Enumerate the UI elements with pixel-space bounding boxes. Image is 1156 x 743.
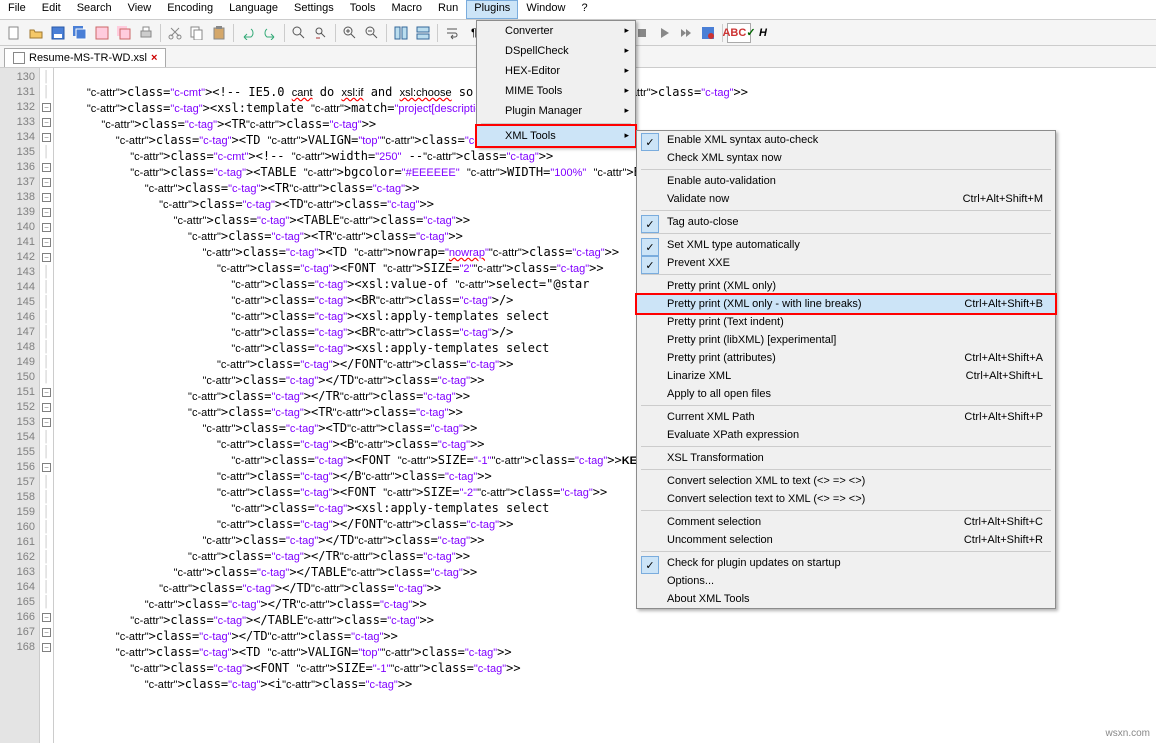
cut-icon[interactable] <box>165 23 185 43</box>
hex-icon[interactable]: H <box>753 23 773 43</box>
xmltools-menu-item[interactable]: Validate nowCtrl+Alt+Shift+M <box>637 190 1055 208</box>
xmltools-menu-item[interactable]: Pretty print (XML only - with line break… <box>637 295 1055 313</box>
zoom-in-icon[interactable] <box>340 23 360 43</box>
close-all-icon[interactable] <box>114 23 134 43</box>
find-icon[interactable] <box>289 23 309 43</box>
separator <box>233 24 234 42</box>
new-file-icon[interactable] <box>4 23 24 43</box>
plugins-menu-item[interactable]: DSpellCheck <box>477 41 635 61</box>
paste-icon[interactable] <box>209 23 229 43</box>
menu-language[interactable]: Language <box>221 0 286 19</box>
plugins-menu-item[interactable]: Plugin Manager <box>477 101 635 121</box>
xmltools-menu-item[interactable]: Enable auto-validation <box>637 172 1055 190</box>
undo-icon[interactable] <box>238 23 258 43</box>
file-tab[interactable]: Resume-MS-TR-WD.xsl × <box>4 48 166 67</box>
plugins-menu-item[interactable]: HEX-Editor <box>477 61 635 81</box>
source-watermark: wsxn.com <box>1106 728 1150 739</box>
menu-?[interactable]: ? <box>573 0 595 19</box>
menu-plugins[interactable]: Plugins <box>466 0 518 19</box>
line-number-gutter: 1301311321331341351361371381391401411421… <box>0 68 40 743</box>
menubar: FileEditSearchViewEncodingLanguageSettin… <box>0 0 1156 20</box>
xmltools-menu-item[interactable]: ✓Prevent XXE <box>637 254 1055 272</box>
menu-search[interactable]: Search <box>69 0 120 19</box>
xmltools-menu-item[interactable]: Check XML syntax now <box>637 149 1055 167</box>
xmltools-menu-item[interactable]: XSL Transformation <box>637 449 1055 467</box>
copy-icon[interactable] <box>187 23 207 43</box>
play-icon[interactable] <box>654 23 674 43</box>
sync-v-icon[interactable] <box>391 23 411 43</box>
zoom-out-icon[interactable] <box>362 23 382 43</box>
sync-h-icon[interactable] <box>413 23 433 43</box>
print-icon[interactable] <box>136 23 156 43</box>
separator <box>437 24 438 42</box>
redo-icon[interactable] <box>260 23 280 43</box>
menu-file[interactable]: File <box>0 0 34 19</box>
menu-edit[interactable]: Edit <box>34 0 69 19</box>
xmltools-menu-item[interactable]: ✓Check for plugin updates on startup <box>637 554 1055 572</box>
separator <box>284 24 285 42</box>
xmltools-menu-item[interactable]: Pretty print (Text indent) <box>637 313 1055 331</box>
xmltools-menu-item[interactable]: Comment selectionCtrl+Alt+Shift+C <box>637 513 1055 531</box>
xmltools-menu-item[interactable]: ✓Set XML type automatically <box>637 236 1055 254</box>
menu-window[interactable]: Window <box>518 0 573 19</box>
xmltools-menu-item[interactable]: Linarize XMLCtrl+Alt+Shift+L <box>637 367 1055 385</box>
open-icon[interactable] <box>26 23 46 43</box>
xmltools-menu-item[interactable]: Convert selection text to XML (<> => <>) <box>637 490 1055 508</box>
xmltools-menu-item[interactable]: Pretty print (attributes)Ctrl+Alt+Shift+… <box>637 349 1055 367</box>
separator <box>335 24 336 42</box>
menu-encoding[interactable]: Encoding <box>159 0 221 19</box>
plugins-menu-item[interactable]: Converter <box>477 21 635 41</box>
separator <box>386 24 387 42</box>
fold-gutter: ││−−−│−−−−−−−││││││││−−−││−│││││││││−−− <box>40 68 54 743</box>
xmltools-submenu: ✓Enable XML syntax auto-checkCheck XML s… <box>636 130 1056 609</box>
save-macro-icon[interactable] <box>698 23 718 43</box>
save-icon[interactable] <box>48 23 68 43</box>
xmltools-menu-item[interactable]: Convert selection XML to text (<> => <>) <box>637 472 1055 490</box>
fast-icon[interactable] <box>676 23 696 43</box>
close-tab-icon[interactable]: × <box>151 52 157 64</box>
close-icon[interactable] <box>92 23 112 43</box>
replace-icon[interactable] <box>311 23 331 43</box>
xmltools-menu-item[interactable]: Pretty print (libXML) [experimental] <box>637 331 1055 349</box>
xmltools-menu-item[interactable]: Pretty print (XML only) <box>637 277 1055 295</box>
tab-label: Resume-MS-TR-WD.xsl <box>29 52 147 64</box>
xmltools-menu-item[interactable]: About XML Tools <box>637 590 1055 608</box>
xmltools-menu-item[interactable]: Apply to all open files <box>637 385 1055 403</box>
xmltools-menu-item[interactable]: Options... <box>637 572 1055 590</box>
menu-settings[interactable]: Settings <box>286 0 342 19</box>
wordwrap-icon[interactable] <box>442 23 462 43</box>
menu-tools[interactable]: Tools <box>342 0 384 19</box>
menu-view[interactable]: View <box>120 0 160 19</box>
plugins-menu: ConverterDSpellCheckHEX-EditorMIME Tools… <box>476 20 636 147</box>
menu-macro[interactable]: Macro <box>383 0 430 19</box>
file-icon <box>13 52 25 64</box>
plugins-menu-item[interactable]: XML Tools <box>477 126 635 146</box>
xmltools-menu-item[interactable]: ✓Tag auto-close <box>637 213 1055 231</box>
xmltools-menu-item[interactable]: Uncomment selectionCtrl+Alt+Shift+R <box>637 531 1055 549</box>
spell-icon[interactable]: ABC✓ <box>727 23 751 43</box>
xmltools-menu-item[interactable]: Evaluate XPath expression <box>637 426 1055 444</box>
save-all-icon[interactable] <box>70 23 90 43</box>
plugins-menu-item[interactable]: MIME Tools <box>477 81 635 101</box>
xmltools-menu-item[interactable]: Current XML PathCtrl+Alt+Shift+P <box>637 408 1055 426</box>
menu-run[interactable]: Run <box>430 0 466 19</box>
separator <box>160 24 161 42</box>
xmltools-menu-item[interactable]: ✓Enable XML syntax auto-check <box>637 131 1055 149</box>
